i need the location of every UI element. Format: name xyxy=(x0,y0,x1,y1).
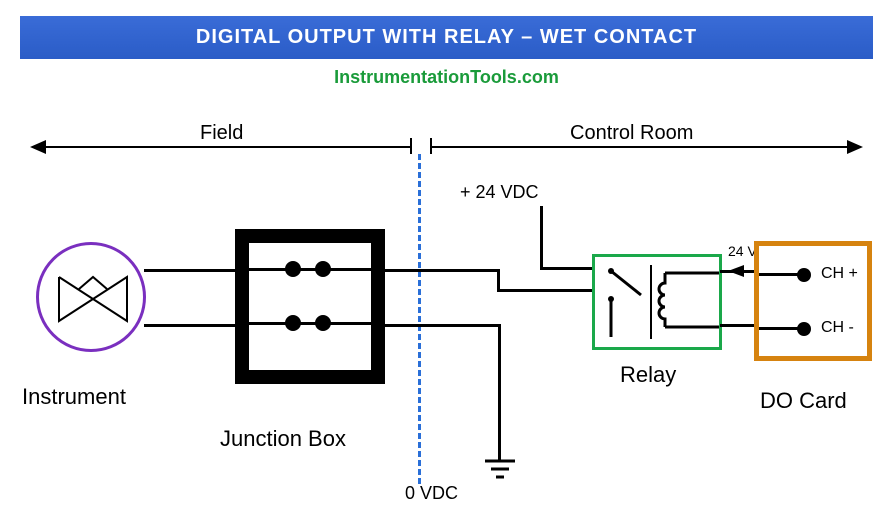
junction-box xyxy=(235,229,385,384)
terminal-dot-icon xyxy=(797,268,811,282)
wire xyxy=(759,327,799,330)
wire xyxy=(249,322,371,325)
plus-24vdc-label: + 24 VDC xyxy=(460,182,539,203)
control-room-zone-label: Control Room xyxy=(570,122,693,145)
terminal-dot-icon xyxy=(797,322,811,336)
wire xyxy=(497,289,600,292)
do-card-label: DO Card xyxy=(760,388,847,414)
relay-symbol-icon xyxy=(595,257,719,347)
ch-minus-label: CH - xyxy=(821,319,854,337)
wire xyxy=(383,324,501,327)
zone-arrow-line xyxy=(42,146,410,148)
diagram-stage: Field Control Room Instrument Junction B… xyxy=(0,16,893,516)
arrow-left-icon xyxy=(728,265,744,277)
wire xyxy=(383,269,499,272)
do-card: CH + CH - xyxy=(754,241,872,361)
relay xyxy=(592,254,722,350)
arrow-left-icon xyxy=(30,140,46,154)
field-control-divider xyxy=(418,154,421,484)
junction-box-label: Junction Box xyxy=(220,426,346,452)
wire xyxy=(249,268,371,271)
arrow-right-icon xyxy=(847,140,863,154)
solenoid-valve-icon xyxy=(57,275,129,323)
wire xyxy=(759,273,799,276)
relay-label: Relay xyxy=(620,362,676,388)
ch-plus-label: CH + xyxy=(821,265,858,283)
ground-icon xyxy=(485,459,515,486)
instrument-label: Instrument xyxy=(22,384,126,410)
wire xyxy=(497,269,500,291)
zero-vdc-label: 0 VDC xyxy=(405,483,458,504)
zone-tick xyxy=(410,138,412,154)
zone-tick xyxy=(430,138,432,154)
wire xyxy=(540,206,543,269)
field-zone-label: Field xyxy=(200,122,243,145)
zone-arrow-line xyxy=(430,146,848,148)
wire xyxy=(498,324,501,462)
instrument-symbol xyxy=(36,242,146,352)
